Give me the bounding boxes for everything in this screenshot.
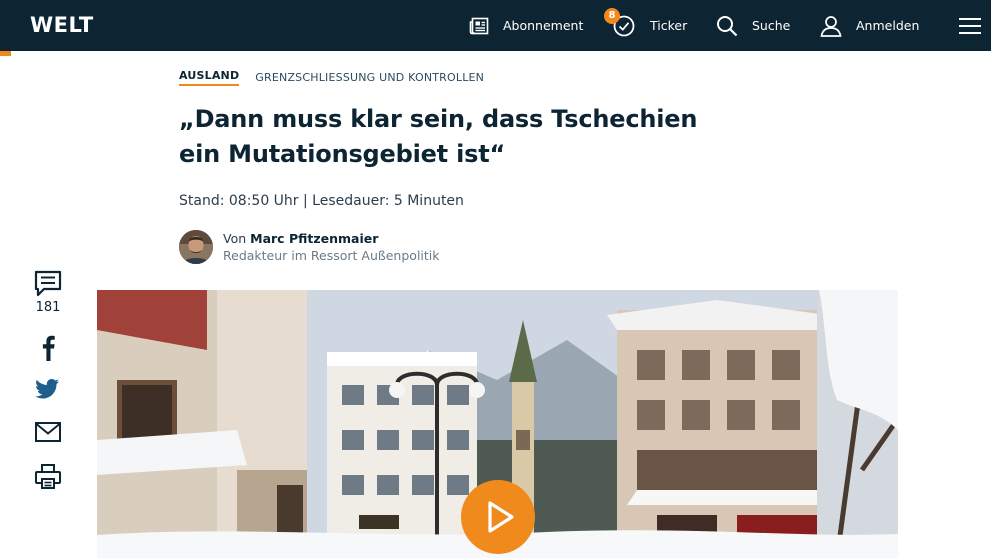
welt-logo[interactable]: WELT <box>30 11 94 39</box>
video-play-button[interactable] <box>461 480 535 554</box>
nav-suche-label: Suche <box>752 18 791 33</box>
print-button[interactable] <box>33 463 63 495</box>
author-role: Redakteur im Ressort Außenpolitik <box>223 248 440 263</box>
breadcrumb-topic-link[interactable]: GRENZSCHLIESSUNG UND KONTROLLEN <box>255 71 484 84</box>
newspaper-icon <box>469 17 489 35</box>
hamburger-menu-icon <box>958 17 982 35</box>
nav-ticker-label: Ticker <box>650 18 688 33</box>
article-video-player[interactable] <box>97 290 898 558</box>
print-icon <box>33 464 63 495</box>
facebook-icon <box>33 335 63 365</box>
author-byline: Von Marc Pfitzenmaier <box>223 231 378 246</box>
ticker-count-badge: 8 <box>604 8 620 24</box>
nav-ticker[interactable]: Ticker <box>612 0 687 51</box>
twitter-share-button[interactable] <box>33 376 63 406</box>
comments-button[interactable] <box>33 270 63 302</box>
breadcrumb: AUSLAND GRENZSCHLIESSUNG UND KONTROLLEN <box>179 69 484 86</box>
nav-anmelden-label: Anmelden <box>856 18 920 33</box>
nav-abonnement-label: Abonnement <box>503 18 584 33</box>
author-avatar[interactable] <box>179 230 213 264</box>
play-icon <box>461 501 535 558</box>
comments-count[interactable]: 181 <box>30 300 66 315</box>
author-prefix: Von <box>223 231 247 246</box>
nav-suche[interactable]: Suche <box>716 0 790 51</box>
email-share-button[interactable] <box>33 420 63 448</box>
article-meta: Stand: 08:50 Uhr | Lesedauer: 5 Minuten <box>179 193 464 209</box>
article-headline: „Dann muss klar sein, dass Tschechien ei… <box>179 105 698 168</box>
top-navigation-bar: WELT Abonnement Ticker 8 Suche Anmelden <box>0 0 991 51</box>
author-name-link[interactable]: Marc Pfitzenmaier <box>250 231 378 246</box>
twitter-icon <box>33 379 63 406</box>
facebook-share-button[interactable] <box>33 333 63 365</box>
search-icon <box>716 15 738 37</box>
nav-abonnement[interactable]: Abonnement <box>469 0 583 51</box>
user-icon <box>820 15 842 37</box>
orange-accent-bar <box>0 51 11 56</box>
hamburger-menu-button[interactable] <box>958 0 982 51</box>
breadcrumb-section-link[interactable]: AUSLAND <box>179 69 240 86</box>
email-icon <box>33 422 63 448</box>
nav-anmelden[interactable]: Anmelden <box>820 0 919 51</box>
